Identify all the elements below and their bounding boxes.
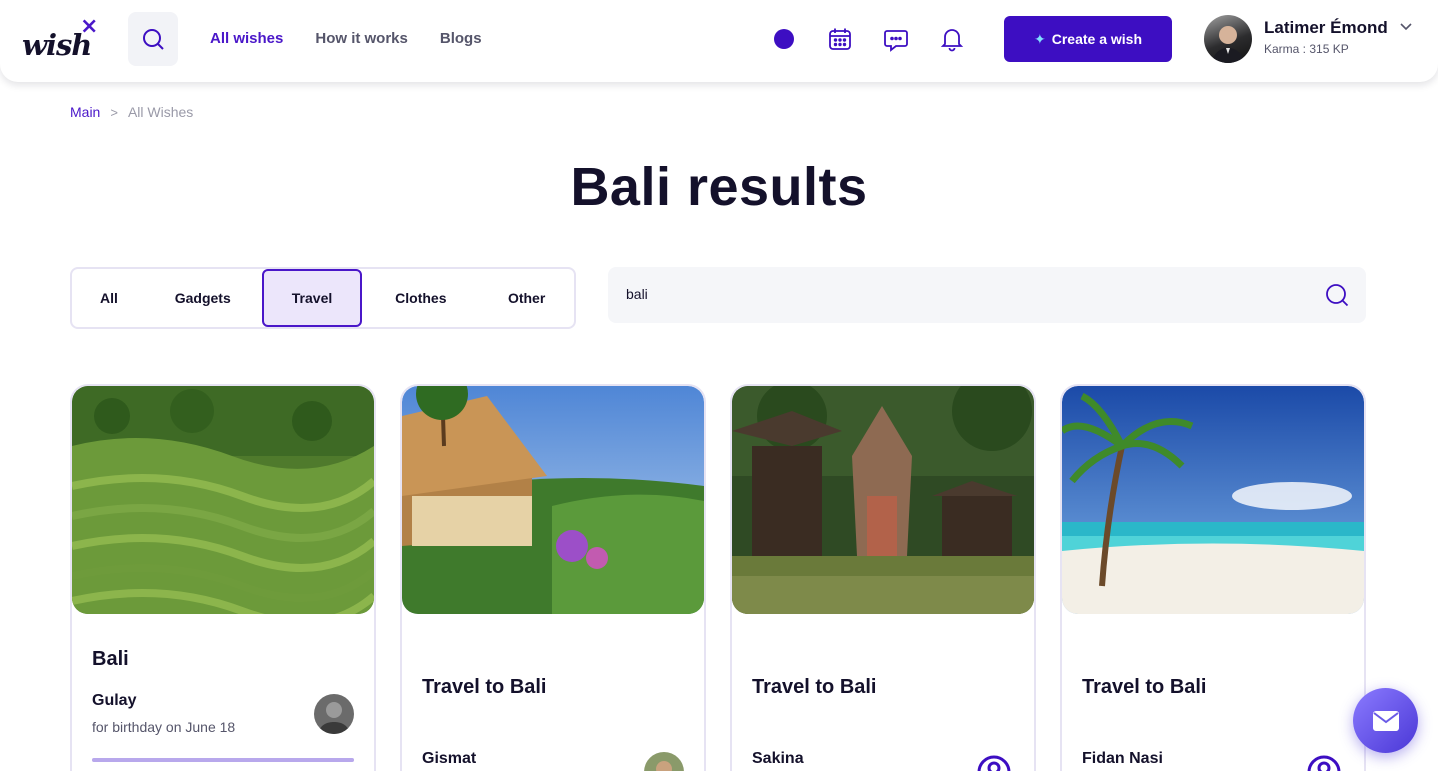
search-icon (143, 29, 164, 50)
card-image-beach-palm (1062, 386, 1364, 614)
chat-icon[interactable] (883, 26, 909, 52)
top-header: wish × All wishes How it works Blogs ✦ C… (0, 0, 1438, 82)
location-pin-icon (977, 755, 1011, 771)
create-wish-label: Create a wish (1051, 31, 1142, 47)
tab-travel[interactable]: Travel (261, 269, 363, 327)
message-fab-button[interactable] (1353, 688, 1418, 753)
search-input[interactable] (626, 281, 1306, 307)
tab-gadgets[interactable]: Gadgets (144, 269, 262, 327)
create-wish-button[interactable]: ✦ Create a wish (1004, 16, 1172, 62)
nav-blogs[interactable]: Blogs (440, 30, 482, 47)
user-avatar[interactable] (1204, 15, 1252, 63)
nav-all-wishes[interactable]: All wishes (210, 30, 283, 47)
sparkle-icon: ✦ (1034, 30, 1046, 47)
breadcrumb: Main > All Wishes (70, 104, 193, 120)
user-karma: Karma : 315 KP (1264, 42, 1349, 56)
calendar-icon[interactable] (827, 26, 853, 52)
search-icon[interactable] (1324, 282, 1350, 308)
page-title: Bali results (570, 157, 868, 217)
card-title: Travel to Bali (752, 676, 877, 698)
card-title: Travel to Bali (422, 676, 547, 698)
card-image-jungle-resort (402, 386, 704, 614)
nav-how-it-works[interactable]: How it works (315, 30, 408, 47)
wish-card[interactable]: Travel to Bali Sakina (730, 384, 1036, 771)
card-author: Fidan Nasi (1082, 750, 1163, 767)
wish-card[interactable]: Bali Gulay for birthday on June 18 (70, 384, 376, 771)
author-avatar (314, 694, 354, 734)
wish-logo[interactable]: wish × (22, 14, 102, 62)
card-author: Sakina (752, 750, 804, 767)
card-image-rice-terraces (72, 386, 374, 614)
breadcrumb-separator: > (110, 104, 118, 120)
card-author: Gulay (92, 692, 137, 709)
logo-mark: × (80, 14, 99, 39)
progress-bar (92, 758, 354, 762)
card-author: Gismat (422, 750, 477, 767)
tab-clothes[interactable]: Clothes (362, 269, 479, 327)
location-pin-icon (1307, 755, 1341, 771)
card-occasion: for birthday on June 18 (92, 719, 236, 735)
search-bar (608, 267, 1366, 323)
main-nav: All wishes How it works Blogs (210, 30, 482, 47)
tab-other[interactable]: Other (479, 269, 574, 327)
breadcrumb-main[interactable]: Main (70, 104, 100, 120)
card-title: Bali (92, 648, 129, 670)
wish-card[interactable]: Travel to Bali Gismat (400, 384, 706, 771)
breadcrumb-current: All Wishes (127, 104, 194, 120)
chevron-down-icon[interactable] (1398, 18, 1414, 34)
card-title: Travel to Bali (1082, 676, 1207, 698)
card-image-balinese-temple (732, 386, 1034, 614)
header-search-button[interactable] (128, 12, 178, 66)
bell-icon[interactable] (939, 26, 965, 52)
tab-all[interactable]: All (74, 269, 144, 327)
mail-icon (1372, 710, 1399, 731)
user-name[interactable]: Latimer Émond (1264, 18, 1388, 38)
category-tabs: All Gadgets Travel Clothes Other (70, 267, 576, 329)
wish-card[interactable]: Travel to Bali Fidan Nasi (1060, 384, 1366, 771)
author-avatar (644, 752, 684, 771)
status-dot[interactable] (774, 29, 794, 49)
progress-fill (92, 758, 354, 762)
